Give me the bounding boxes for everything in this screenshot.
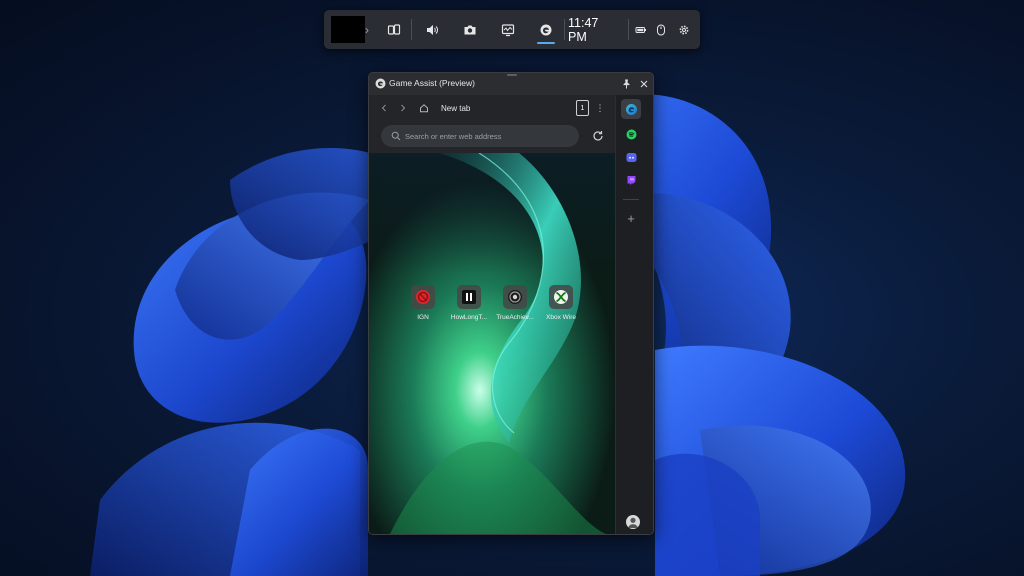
new-tab-background [369, 153, 615, 534]
game-bar: › 11:47 PM [324, 10, 700, 49]
shortcut-tile[interactable]: IGN [399, 285, 447, 321]
drag-handle[interactable] [507, 74, 517, 76]
chevron-left-icon [381, 104, 386, 112]
separator [564, 19, 565, 40]
xbox-icon [549, 285, 573, 309]
chevron-right-icon[interactable]: › [362, 10, 372, 49]
audio-button[interactable] [422, 10, 442, 49]
browser-toolbar: New tab 1 ⋮ [369, 95, 615, 123]
sidebar-item-discord[interactable] [621, 147, 641, 167]
shortcut-tile[interactable]: HowLongT... [445, 285, 493, 321]
tab-title[interactable]: New tab [441, 104, 470, 113]
sidebar-item-edge[interactable] [621, 99, 641, 119]
active-widget-indicator [537, 42, 555, 44]
discord-icon [626, 152, 636, 162]
window-titlebar[interactable]: Game Assist (Preview) [369, 73, 653, 95]
game-assist-window: Game Assist (Preview) New tab 1 ⋮ Search… [368, 72, 654, 535]
trueachievements-icon [503, 285, 527, 309]
widget-gallery-icon [387, 23, 401, 35]
profile-icon [628, 517, 638, 528]
battery-status[interactable] [634, 10, 648, 49]
more-options-button[interactable]: ⋮ [595, 101, 605, 115]
search-icon [391, 131, 401, 141]
capture-button[interactable] [460, 10, 480, 49]
address-bar[interactable] [381, 125, 579, 147]
new-tab-page: IGN HowLongT... TrueAchiev... Xbox Wire [369, 153, 615, 534]
shortcut-label: IGN [417, 314, 429, 321]
edge-icon [540, 24, 552, 35]
widget-gallery-button[interactable] [384, 10, 404, 49]
shortcut-label: Xbox Wire [546, 314, 576, 321]
close-button[interactable] [637, 76, 651, 92]
back-button[interactable] [377, 101, 391, 115]
edge-icon [625, 103, 637, 115]
howlongtobeat-icon [457, 285, 481, 309]
add-app-button[interactable]: + [621, 208, 641, 228]
shortcut-tile[interactable]: TrueAchiev... [491, 285, 539, 321]
twitch-icon [627, 175, 635, 185]
game-bar-redacted-area [331, 16, 365, 43]
separator [411, 19, 412, 40]
volume-icon [427, 24, 438, 35]
edge-icon [375, 78, 386, 89]
performance-button[interactable] [498, 10, 518, 49]
window-title: Game Assist (Preview) [389, 78, 475, 88]
home-icon [420, 104, 428, 113]
settings-button[interactable] [676, 10, 692, 49]
camera-icon [464, 25, 476, 34]
reload-icon[interactable] [591, 129, 605, 143]
shortcut-label: TrueAchiev... [496, 314, 534, 321]
more-vertical-icon: ⋮ [595, 102, 605, 113]
pin-icon [623, 79, 629, 89]
performance-icon [501, 23, 515, 36]
pin-button[interactable] [619, 76, 633, 92]
spotify-icon [626, 129, 636, 139]
app-sidebar: + [615, 95, 653, 534]
shortcut-label: HowLongT... [450, 314, 488, 321]
forward-button[interactable] [396, 101, 410, 115]
address-input[interactable] [405, 128, 573, 144]
close-icon [640, 80, 648, 88]
plus-icon: + [627, 210, 635, 226]
avatar[interactable] [626, 515, 640, 529]
shortcut-tile[interactable]: Xbox Wire [537, 285, 585, 321]
mouse-status[interactable] [654, 10, 668, 49]
sidebar-item-spotify[interactable] [621, 124, 641, 144]
sidebar-item-twitch[interactable] [621, 170, 641, 190]
settings-icon [679, 25, 689, 34]
chevron-right-icon [401, 104, 406, 112]
mouse-icon [657, 24, 665, 35]
tab-count-button[interactable]: 1 [576, 100, 589, 116]
home-button[interactable] [417, 101, 431, 115]
browser-panel: New tab 1 ⋮ Search or enter web address … [369, 95, 615, 534]
sidebar-divider [623, 199, 639, 200]
clock: 11:47 PM [568, 15, 599, 44]
separator [628, 19, 629, 40]
ign-icon [411, 285, 435, 309]
battery-icon [635, 26, 646, 33]
